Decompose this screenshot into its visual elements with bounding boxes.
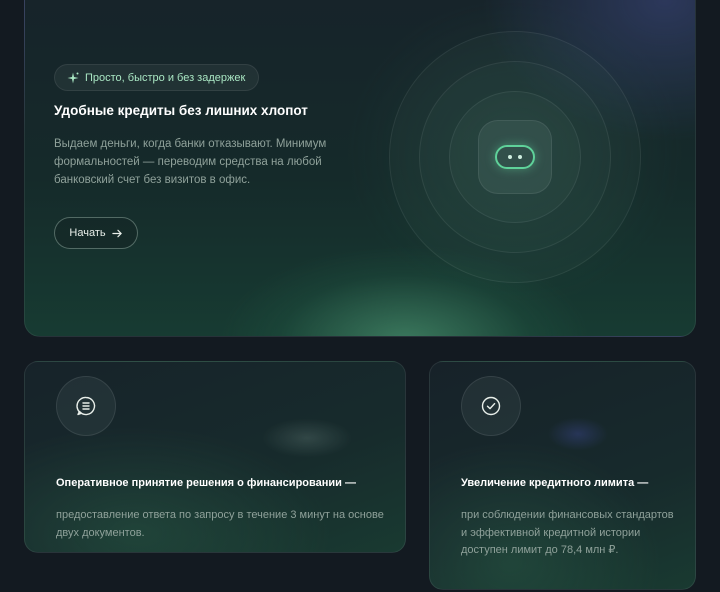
feature-card-decision: Оперативное принятие решения о финансиро… bbox=[24, 361, 406, 553]
start-button[interactable]: Начать bbox=[54, 217, 138, 249]
feature-title: Увеличение кредитного лимита — bbox=[461, 477, 649, 489]
message-list-icon bbox=[76, 396, 96, 416]
feature-text: при соблюдении финансовых стандартов и э… bbox=[461, 509, 674, 556]
check-circle-icon bbox=[481, 396, 501, 416]
chat-dot bbox=[508, 155, 512, 159]
hero-description: Выдаем деньги, когда банки отказывают. М… bbox=[54, 138, 327, 186]
hero-illustration bbox=[389, 31, 641, 283]
hero-badge-text: Просто, быстро и без задержек bbox=[85, 71, 246, 84]
arrow-right-icon bbox=[111, 229, 122, 237]
chat-dot bbox=[518, 155, 522, 159]
feature-icon-circle bbox=[56, 376, 116, 436]
feature-text: предоставление ответа по запросу в течен… bbox=[56, 509, 384, 539]
feature-title: Оперативное принятие решения о финансиро… bbox=[56, 477, 356, 489]
chat-pill bbox=[495, 145, 535, 169]
feature-icon-circle bbox=[461, 376, 521, 436]
hero-card: Просто, быстро и без задержек Удобные кр… bbox=[24, 0, 696, 337]
sparkle-icon bbox=[67, 72, 79, 83]
chat-bubble-icon bbox=[478, 120, 552, 194]
hero-title: Удобные кредиты без лишних хлопот bbox=[54, 103, 308, 118]
hero-badge: Просто, быстро и без задержек bbox=[54, 64, 260, 91]
start-button-label: Начать bbox=[69, 227, 106, 239]
feature-card-limit: Увеличение кредитного лимита — при соблю… bbox=[429, 361, 696, 590]
